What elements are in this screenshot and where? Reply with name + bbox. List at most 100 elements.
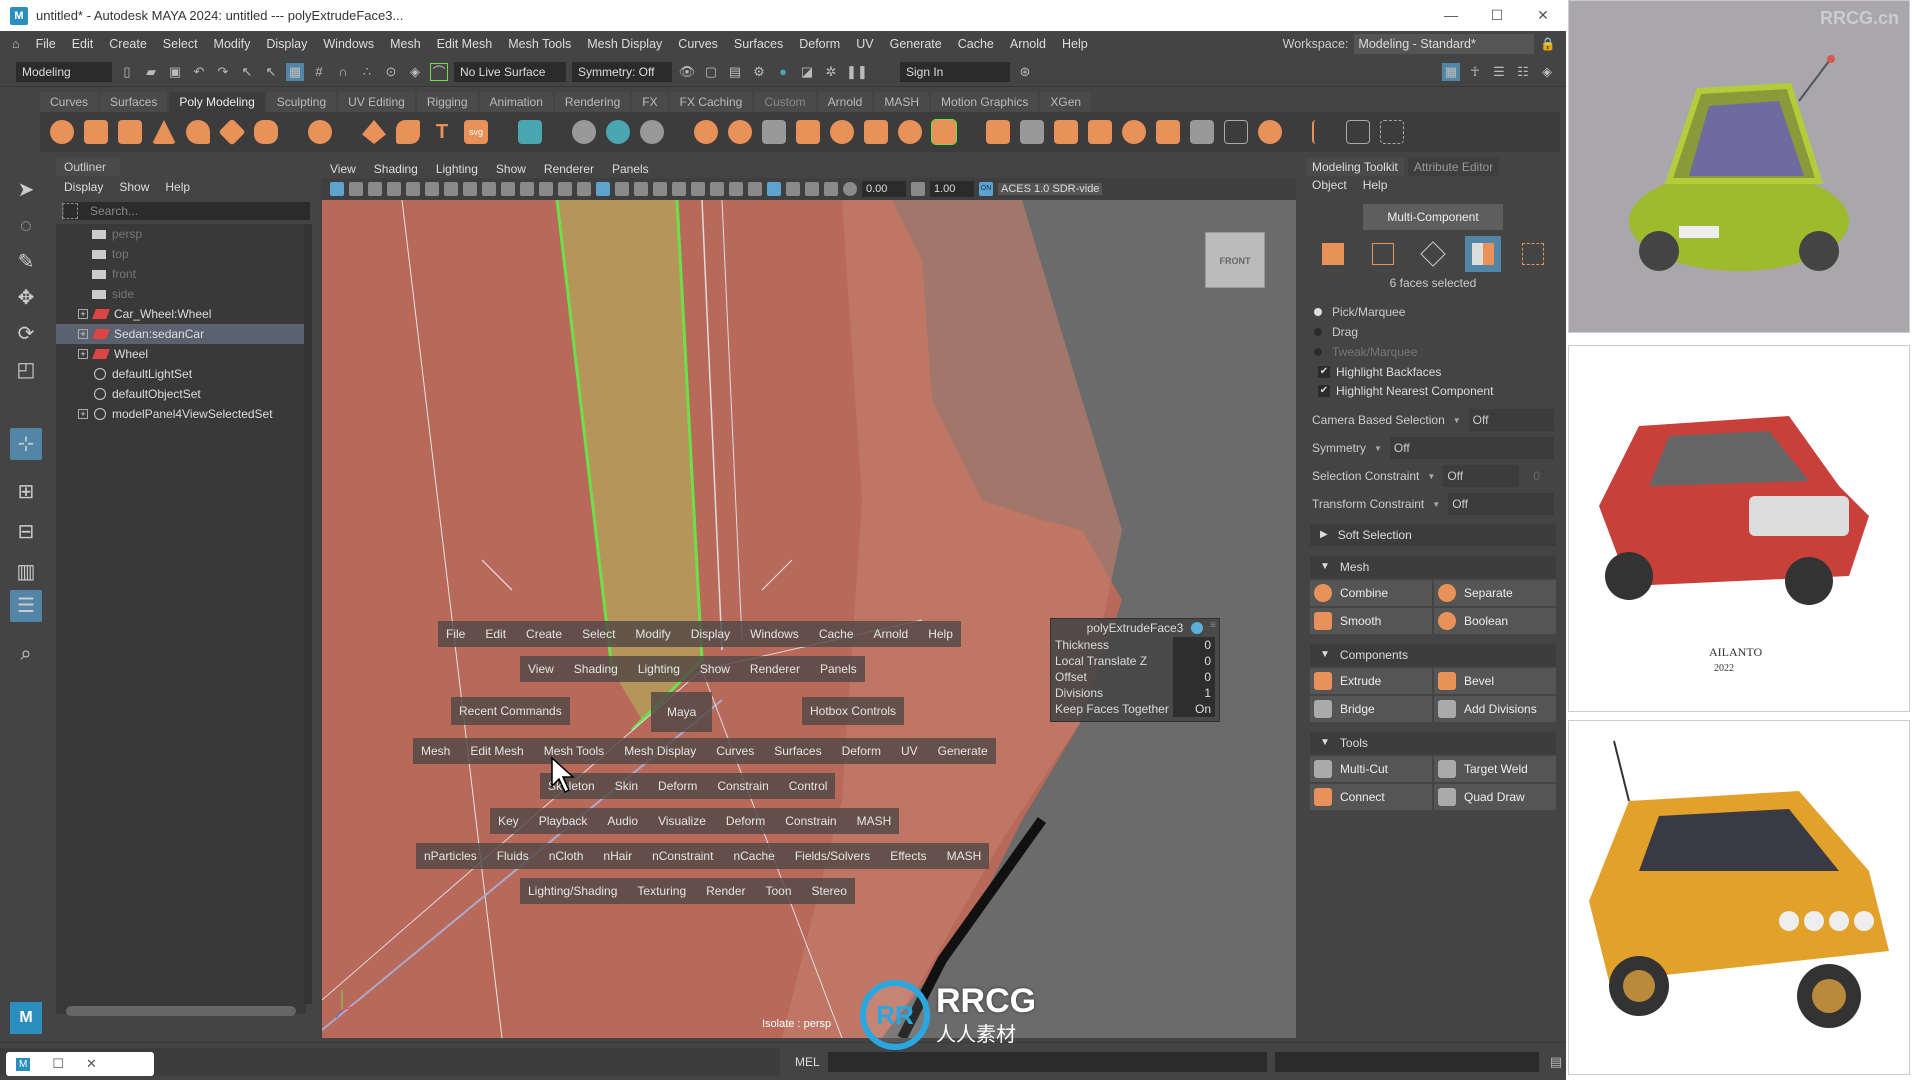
hotbox-item[interactable]: Panels xyxy=(820,662,857,676)
gamma-icon[interactable] xyxy=(911,182,925,196)
hotbox-recent-commands[interactable]: Recent Commands xyxy=(451,697,570,725)
outliner-item[interactable]: persp xyxy=(56,224,306,244)
menu-modify[interactable]: Modify xyxy=(206,37,259,51)
grid-toggle-icon[interactable] xyxy=(482,182,496,196)
resolution-gate-icon[interactable] xyxy=(444,182,458,196)
checkbox-highlight-backfaces[interactable]: ✔ Highlight Backfaces xyxy=(1306,362,1560,381)
target-weld-button[interactable]: Target Weld xyxy=(1434,756,1556,782)
outliner-hscrollbar[interactable] xyxy=(66,1006,296,1016)
render-settings-icon[interactable]: ⚙ xyxy=(750,63,768,81)
hypershade-icon[interactable]: ● xyxy=(774,63,792,81)
save-scene-icon[interactable]: ▣ xyxy=(166,63,184,81)
exposure-field[interactable]: 0.00 xyxy=(862,181,906,197)
smooth-button[interactable]: Smooth xyxy=(1310,608,1432,634)
isolate-select-icon[interactable] xyxy=(767,182,781,196)
combine-button[interactable]: Combine xyxy=(1310,580,1432,606)
hotbox-item[interactable]: Fields/Solvers xyxy=(795,849,870,863)
poly-cube-icon[interactable] xyxy=(84,120,108,144)
grid-layout-icon[interactable] xyxy=(518,120,542,144)
wireframe-icon[interactable] xyxy=(577,182,591,196)
hotbox-item[interactable]: MASH xyxy=(947,849,982,863)
shelf-tab-rendering[interactable]: Rendering xyxy=(554,92,631,112)
light-editor-icon[interactable]: ✲ xyxy=(822,63,840,81)
helix-icon[interactable] xyxy=(396,120,420,144)
xray-joints-icon[interactable] xyxy=(805,182,819,196)
new-scene-icon[interactable]: ▯ xyxy=(118,63,136,81)
smooth-icon[interactable] xyxy=(864,120,888,144)
outliner-item[interactable]: top xyxy=(56,244,306,264)
shelf-tab-sculpting[interactable]: Sculpting xyxy=(266,92,337,112)
taskbar-thumbnail[interactable]: M ☐ ✕ xyxy=(6,1052,154,1076)
hotbox-item[interactable]: Select xyxy=(582,627,615,641)
poly-torus-icon[interactable] xyxy=(186,120,210,144)
redo-icon[interactable]: ↷ xyxy=(214,63,232,81)
hotbox-item[interactable]: Curves xyxy=(716,744,754,758)
minimize-button[interactable]: — xyxy=(1428,7,1474,24)
image-plane-icon[interactable] xyxy=(387,182,401,196)
tab-attribute-editor[interactable]: Attribute Editor xyxy=(1407,158,1500,176)
hotbox-item[interactable]: Deform xyxy=(726,814,765,828)
hotbox-item[interactable]: Help xyxy=(928,627,953,641)
view-cube[interactable]: FRONT xyxy=(1205,232,1265,288)
shelf-tab-custom[interactable]: Custom xyxy=(754,92,816,112)
symmetry-option[interactable]: Symmetry ▼ Off xyxy=(1306,434,1560,462)
divisions-field[interactable]: 1 xyxy=(1173,685,1215,701)
menu-cache[interactable]: Cache xyxy=(950,37,1002,51)
tools-section-header[interactable]: ▼ Tools xyxy=(1310,732,1556,754)
symmetry-select[interactable]: Symmetry: Off xyxy=(572,61,672,82)
svg-icon[interactable]: svg xyxy=(464,120,488,144)
restore-icon[interactable]: ☐ xyxy=(52,1056,64,1072)
bookmark-icon[interactable] xyxy=(368,182,382,196)
snap-live-icon[interactable]: ◈ xyxy=(406,63,424,81)
face-mode-icon[interactable] xyxy=(1465,236,1501,272)
shadows-icon[interactable] xyxy=(691,182,705,196)
multi-component-button[interactable]: Multi-Component xyxy=(1363,204,1503,230)
home-icon[interactable]: ⌂ xyxy=(12,37,20,51)
expand-icon[interactable]: + xyxy=(78,309,88,319)
dropdown-caret-icon[interactable]: ▼ xyxy=(1453,416,1461,425)
shelf-tab-mash[interactable]: MASH xyxy=(874,92,930,112)
lock-icon[interactable]: 🔒 xyxy=(1540,37,1556,52)
poly-plane-icon[interactable] xyxy=(218,118,246,146)
edge-mode-icon[interactable] xyxy=(1415,236,1451,272)
channel-box-icon[interactable]: ◈ xyxy=(1538,63,1556,81)
select-camera-icon[interactable] xyxy=(330,182,344,196)
close-button[interactable]: ✕ xyxy=(1520,7,1566,24)
default-material-icon[interactable] xyxy=(615,182,629,196)
menu-mesh-display[interactable]: Mesh Display xyxy=(579,37,670,51)
hotbox-item[interactable]: Cache xyxy=(819,627,854,641)
hotbox-item[interactable]: nCloth xyxy=(549,849,584,863)
exposure-icon[interactable] xyxy=(843,182,857,196)
bridge-button[interactable]: Bridge xyxy=(1310,696,1432,722)
quad-draw-icon[interactable] xyxy=(1380,120,1404,144)
scale-tool-icon[interactable]: ◰ xyxy=(10,354,42,386)
checkbox-highlight-nearest[interactable]: ✔ Highlight Nearest Component xyxy=(1306,381,1560,400)
type-text-icon[interactable]: T xyxy=(430,120,454,144)
snap-grid-icon[interactable]: # xyxy=(310,63,328,81)
motion-blur-icon[interactable] xyxy=(729,182,743,196)
hotbox-item[interactable]: Lighting xyxy=(638,662,680,676)
snowflake-icon[interactable] xyxy=(640,120,664,144)
menu-mesh[interactable]: Mesh xyxy=(382,37,429,51)
render-setup-icon[interactable]: ◪ xyxy=(798,63,816,81)
hotbox-item[interactable]: Skin xyxy=(615,779,638,793)
script-editor-icon[interactable]: ▤ xyxy=(1547,1053,1565,1071)
dropdown-caret-icon[interactable]: ▼ xyxy=(1427,472,1435,481)
hotbox-item[interactable]: MASH xyxy=(857,814,892,828)
anti-aliasing-icon[interactable] xyxy=(748,182,762,196)
remesh-icon[interactable] xyxy=(931,119,957,145)
hotbox-item[interactable]: Constrain xyxy=(717,779,768,793)
wireframe-on-shaded-icon[interactable] xyxy=(634,182,648,196)
mesh-section-header[interactable]: ▼ Mesh xyxy=(1310,556,1556,578)
reduce-icon[interactable] xyxy=(898,120,922,144)
keep-faces-together-field[interactable]: On xyxy=(1173,701,1215,717)
dropdown-caret-icon[interactable]: ▼ xyxy=(1374,444,1382,453)
maximize-button[interactable]: ☐ xyxy=(1474,7,1520,24)
outliner-search-input[interactable]: Search... xyxy=(62,202,310,220)
menu-help[interactable]: Help xyxy=(1054,37,1096,51)
bevel-button[interactable]: Bevel xyxy=(1434,668,1556,694)
lock-camera-icon[interactable] xyxy=(406,182,420,196)
hotbox-item[interactable]: Texturing xyxy=(637,884,686,898)
append-icon[interactable] xyxy=(1190,120,1214,144)
hotbox-item[interactable]: Edit Mesh xyxy=(470,744,523,758)
